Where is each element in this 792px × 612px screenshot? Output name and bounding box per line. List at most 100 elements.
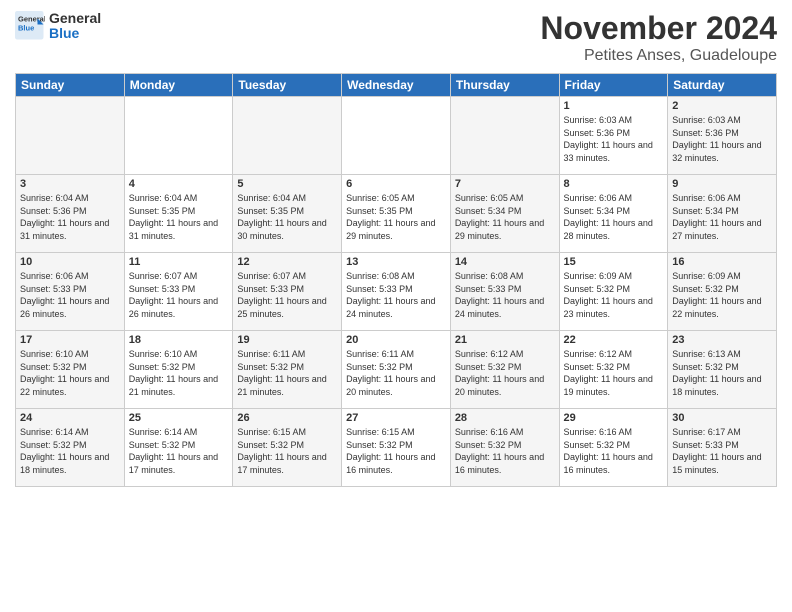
calendar-day-cell: 26 Sunrise: 6:15 AM Sunset: 5:32 PM Dayli… xyxy=(233,409,342,487)
day-number: 26 xyxy=(237,412,337,424)
calendar-week-row: 3Sunrise: 6:04 AM Sunset: 5:36 PM Daylig… xyxy=(16,175,777,253)
calendar-day-cell: 9Sunrise: 6:06 AM Sunset: 5:34 PM Daylig… xyxy=(668,175,777,253)
calendar-day-cell: 20 Sunrise: 6:11 AM Sunset: 5:32 PM Dayli… xyxy=(342,331,451,409)
day-info: Sunrise: 6:05 AM Sunset: 5:34 PM Dayligh… xyxy=(455,192,555,242)
day-info: Sunrise: 6:03 AM Sunset: 5:36 PM Dayligh… xyxy=(564,114,664,164)
calendar-day-cell: 13Sunrise: 6:08 AM Sunset: 5:33 PM Dayli… xyxy=(342,253,451,331)
day-info: Sunrise: 6:11 AM Sunset: 5:32 PM Dayligh… xyxy=(346,348,446,398)
day-info: Sunrise: 6:13 AM Sunset: 5:32 PM Dayligh… xyxy=(672,348,772,398)
svg-text:Blue: Blue xyxy=(18,23,34,32)
day-info: Sunrise: 6:09 AM Sunset: 5:32 PM Dayligh… xyxy=(564,270,664,320)
calendar-day-cell: 27 Sunrise: 6:15 AM Sunset: 5:32 PM Dayli… xyxy=(342,409,451,487)
day-number: 19 xyxy=(237,334,337,346)
calendar-day-cell: 24 Sunrise: 6:14 AM Sunset: 5:32 PM Dayli… xyxy=(16,409,125,487)
calendar-day-cell: 18Sunrise: 6:10 AM Sunset: 5:32 PM Dayli… xyxy=(124,331,233,409)
day-info: Sunrise: 6:05 AM Sunset: 5:35 PM Dayligh… xyxy=(346,192,446,242)
day-info: Sunrise: 6:15 AM Sunset: 5:32 PM Dayligh… xyxy=(346,426,446,476)
calendar-day-cell: 15Sunrise: 6:09 AM Sunset: 5:32 PM Dayli… xyxy=(559,253,668,331)
calendar-day-cell: 30 Sunrise: 6:17 AM Sunset: 5:33 PM Dayli… xyxy=(668,409,777,487)
logo-blue: Blue xyxy=(49,25,101,42)
calendar-day-cell: 10Sunrise: 6:06 AM Sunset: 5:33 PM Dayli… xyxy=(16,253,125,331)
day-number: 7 xyxy=(455,178,555,190)
day-info: Sunrise: 6:16 AM Sunset: 5:32 PM Dayligh… xyxy=(455,426,555,476)
day-number: 12 xyxy=(237,256,337,268)
calendar-day-cell: 23 Sunrise: 6:13 AM Sunset: 5:32 PM Dayli… xyxy=(668,331,777,409)
day-number: 30 xyxy=(672,412,772,424)
calendar-day-cell: 7 Sunrise: 6:05 AM Sunset: 5:34 PM Daylig… xyxy=(450,175,559,253)
day-info: Sunrise: 6:07 AM Sunset: 5:33 PM Dayligh… xyxy=(237,270,337,320)
calendar-day-cell: 14Sunrise: 6:08 AM Sunset: 5:33 PM Dayli… xyxy=(450,253,559,331)
calendar-day-cell: 4 Sunrise: 6:04 AM Sunset: 5:35 PM Daylig… xyxy=(124,175,233,253)
title-section: November 2024 Petites Anses, Guadeloupe xyxy=(540,10,777,65)
day-number: 10 xyxy=(20,256,120,268)
calendar-day-cell: 16 Sunrise: 6:09 AM Sunset: 5:32 PM Dayli… xyxy=(668,253,777,331)
calendar-day-cell xyxy=(16,97,125,175)
day-number: 17 xyxy=(20,334,120,346)
calendar-table: Sunday Monday Tuesday Wednesday Thursday… xyxy=(15,73,777,487)
calendar-week-row: 17 Sunrise: 6:10 AM Sunset: 5:32 PM Dayli… xyxy=(16,331,777,409)
day-number: 4 xyxy=(129,178,229,190)
day-info: Sunrise: 6:10 AM Sunset: 5:32 PM Dayligh… xyxy=(20,348,120,398)
day-info: Sunrise: 6:04 AM Sunset: 5:35 PM Dayligh… xyxy=(237,192,337,242)
day-number: 9 xyxy=(672,178,772,190)
calendar-day-cell: 11 Sunrise: 6:07 AM Sunset: 5:33 PM Dayli… xyxy=(124,253,233,331)
day-number: 14 xyxy=(455,256,555,268)
calendar-day-cell: 5 Sunrise: 6:04 AM Sunset: 5:35 PM Daylig… xyxy=(233,175,342,253)
calendar-week-row: 24 Sunrise: 6:14 AM Sunset: 5:32 PM Dayli… xyxy=(16,409,777,487)
header: General Blue General Blue November 2024 … xyxy=(15,10,777,65)
header-monday: Monday xyxy=(124,74,233,97)
header-tuesday: Tuesday xyxy=(233,74,342,97)
calendar-day-cell xyxy=(342,97,451,175)
day-number: 18 xyxy=(129,334,229,346)
calendar-day-cell: 19 Sunrise: 6:11 AM Sunset: 5:32 PM Dayli… xyxy=(233,331,342,409)
calendar-day-cell: 29Sunrise: 6:16 AM Sunset: 5:32 PM Dayli… xyxy=(559,409,668,487)
day-info: Sunrise: 6:11 AM Sunset: 5:32 PM Dayligh… xyxy=(237,348,337,398)
day-number: 28 xyxy=(455,412,555,424)
day-number: 8 xyxy=(564,178,664,190)
day-number: 25 xyxy=(129,412,229,424)
calendar-day-cell: 6 Sunrise: 6:05 AM Sunset: 5:35 PM Daylig… xyxy=(342,175,451,253)
calendar-day-cell: 2Sunrise: 6:03 AM Sunset: 5:36 PM Daylig… xyxy=(668,97,777,175)
day-number: 5 xyxy=(237,178,337,190)
day-info: Sunrise: 6:07 AM Sunset: 5:33 PM Dayligh… xyxy=(129,270,229,320)
calendar-page: General Blue General Blue November 2024 … xyxy=(0,0,792,612)
calendar-header-row: Sunday Monday Tuesday Wednesday Thursday… xyxy=(16,74,777,97)
location-subtitle: Petites Anses, Guadeloupe xyxy=(540,47,777,65)
day-number: 24 xyxy=(20,412,120,424)
header-sunday: Sunday xyxy=(16,74,125,97)
logo: General Blue General Blue xyxy=(15,10,101,42)
calendar-day-cell xyxy=(233,97,342,175)
day-number: 16 xyxy=(672,256,772,268)
day-info: Sunrise: 6:06 AM Sunset: 5:34 PM Dayligh… xyxy=(564,192,664,242)
month-year-title: November 2024 xyxy=(540,10,777,47)
header-friday: Friday xyxy=(559,74,668,97)
day-number: 21 xyxy=(455,334,555,346)
calendar-day-cell: 1 Sunrise: 6:03 AM Sunset: 5:36 PM Daylig… xyxy=(559,97,668,175)
day-number: 13 xyxy=(346,256,446,268)
day-info: Sunrise: 6:12 AM Sunset: 5:32 PM Dayligh… xyxy=(564,348,664,398)
day-number: 22 xyxy=(564,334,664,346)
day-number: 27 xyxy=(346,412,446,424)
calendar-day-cell: 12 Sunrise: 6:07 AM Sunset: 5:33 PM Dayli… xyxy=(233,253,342,331)
calendar-day-cell: 25Sunrise: 6:14 AM Sunset: 5:32 PM Dayli… xyxy=(124,409,233,487)
calendar-day-cell: 3Sunrise: 6:04 AM Sunset: 5:36 PM Daylig… xyxy=(16,175,125,253)
day-info: Sunrise: 6:14 AM Sunset: 5:32 PM Dayligh… xyxy=(20,426,120,476)
day-info: Sunrise: 6:15 AM Sunset: 5:32 PM Dayligh… xyxy=(237,426,337,476)
day-info: Sunrise: 6:03 AM Sunset: 5:36 PM Dayligh… xyxy=(672,114,772,164)
day-info: Sunrise: 6:17 AM Sunset: 5:33 PM Dayligh… xyxy=(672,426,772,476)
header-wednesday: Wednesday xyxy=(342,74,451,97)
logo-icon: General Blue xyxy=(15,11,45,41)
day-number: 6 xyxy=(346,178,446,190)
day-info: Sunrise: 6:12 AM Sunset: 5:32 PM Dayligh… xyxy=(455,348,555,398)
day-number: 11 xyxy=(129,256,229,268)
calendar-day-cell: 22 Sunrise: 6:12 AM Sunset: 5:32 PM Dayli… xyxy=(559,331,668,409)
day-number: 23 xyxy=(672,334,772,346)
day-info: Sunrise: 6:04 AM Sunset: 5:35 PM Dayligh… xyxy=(129,192,229,242)
calendar-day-cell: 28 Sunrise: 6:16 AM Sunset: 5:32 PM Dayli… xyxy=(450,409,559,487)
header-saturday: Saturday xyxy=(668,74,777,97)
day-number: 1 xyxy=(564,100,664,112)
header-thursday: Thursday xyxy=(450,74,559,97)
day-info: Sunrise: 6:09 AM Sunset: 5:32 PM Dayligh… xyxy=(672,270,772,320)
day-number: 20 xyxy=(346,334,446,346)
day-number: 29 xyxy=(564,412,664,424)
